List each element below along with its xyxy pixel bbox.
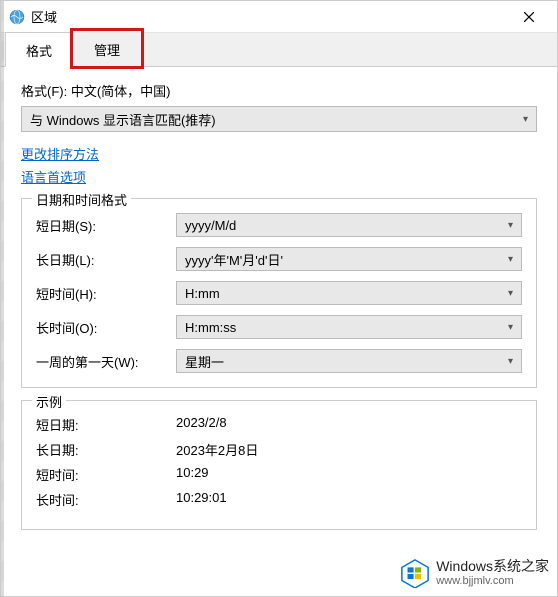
group-title: 日期和时间格式 — [32, 190, 131, 209]
select-short-time[interactable]: H:mm ▾ — [176, 281, 522, 305]
row-first-day: 一周的第一天(W): 星期一 ▾ — [36, 349, 522, 373]
tab-admin[interactable]: 管理 — [73, 31, 141, 66]
select-first-day[interactable]: 星期一 ▾ — [176, 349, 522, 373]
left-edge-artifact — [1, 1, 4, 596]
example-short-date: 短日期: 2023/2/8 — [36, 415, 522, 434]
watermark-url: www.bjjmlv.com — [436, 575, 549, 588]
example-value: 10:29 — [176, 465, 209, 484]
select-long-date[interactable]: yyyy'年'M'月'd'日' ▾ — [176, 247, 522, 271]
select-long-time[interactable]: H:mm:ss ▾ — [176, 315, 522, 339]
link-sort-method[interactable]: 更改排序方法 — [21, 144, 537, 163]
example-label: 短时间: — [36, 465, 176, 484]
chevron-down-icon: ▾ — [508, 254, 513, 265]
chevron-down-icon: ▾ — [508, 322, 513, 333]
tab-format[interactable]: 格式 — [5, 32, 73, 67]
example-value: 10:29:01 — [176, 490, 227, 509]
tab-content: 格式(F): 中文(简体，中国) 与 Windows 显示语言匹配(推荐) ▾ … — [1, 67, 557, 544]
titlebar: 区域 — [1, 1, 557, 33]
label-long-date: 长日期(L): — [36, 250, 176, 269]
tab-label: 管理 — [94, 43, 120, 58]
select-short-date[interactable]: yyyy/M/d ▾ — [176, 213, 522, 237]
example-label: 短日期: — [36, 415, 176, 434]
tab-label: 格式 — [26, 44, 52, 59]
links-block: 更改排序方法 语言首选项 — [21, 144, 537, 186]
example-value: 2023/2/8 — [176, 415, 227, 434]
chevron-down-icon: ▾ — [508, 220, 513, 231]
select-value: H:mm — [185, 286, 220, 301]
group-title: 示例 — [32, 392, 66, 411]
example-group: 示例 短日期: 2023/2/8 长日期: 2023年2月8日 短时间: 10:… — [21, 400, 537, 530]
example-short-time: 短时间: 10:29 — [36, 465, 522, 484]
label-first-day: 一周的第一天(W): — [36, 352, 176, 371]
format-select-value: 与 Windows 显示语言匹配(推荐) — [30, 110, 216, 129]
row-long-date: 长日期(L): yyyy'年'M'月'd'日' ▾ — [36, 247, 522, 271]
select-value: yyyy/M/d — [185, 218, 236, 233]
window-title: 区域 — [31, 7, 509, 26]
row-short-date: 短日期(S): yyyy/M/d ▾ — [36, 213, 522, 237]
windows-logo-icon — [400, 558, 430, 588]
chevron-down-icon: ▾ — [508, 356, 513, 367]
row-long-time: 长时间(O): H:mm:ss ▾ — [36, 315, 522, 339]
example-long-date: 长日期: 2023年2月8日 — [36, 440, 522, 459]
datetime-format-group: 日期和时间格式 短日期(S): yyyy/M/d ▾ 长日期(L): yyyy'… — [21, 198, 537, 388]
example-value: 2023年2月8日 — [176, 440, 258, 459]
watermark-text: Windows系统之家 www.bjjmlv.com — [436, 558, 549, 588]
select-value: H:mm:ss — [185, 320, 236, 335]
chevron-down-icon: ▾ — [523, 114, 528, 125]
watermark: Windows系统之家 www.bjjmlv.com — [400, 558, 549, 588]
tabstrip: 格式 管理 — [1, 33, 557, 67]
select-value: 星期一 — [185, 352, 224, 371]
select-value: yyyy'年'M'月'd'日' — [185, 250, 283, 269]
close-button[interactable] — [509, 3, 549, 31]
format-select[interactable]: 与 Windows 显示语言匹配(推荐) ▾ — [21, 106, 537, 132]
label-long-time: 长时间(O): — [36, 318, 176, 337]
chevron-down-icon: ▾ — [508, 288, 513, 299]
row-short-time: 短时间(H): H:mm ▾ — [36, 281, 522, 305]
globe-icon — [9, 9, 25, 25]
format-label: 格式(F): 中文(简体，中国) — [21, 81, 537, 100]
label-short-date: 短日期(S): — [36, 216, 176, 235]
region-dialog: 区域 格式 管理 格式(F): 中文(简体，中国) 与 Windows 显示语言… — [0, 0, 558, 597]
label-short-time: 短时间(H): — [36, 284, 176, 303]
example-long-time: 长时间: 10:29:01 — [36, 490, 522, 509]
link-language-prefs[interactable]: 语言首选项 — [21, 167, 537, 186]
example-label: 长时间: — [36, 490, 176, 509]
example-label: 长日期: — [36, 440, 176, 459]
watermark-title: Windows系统之家 — [436, 558, 549, 575]
